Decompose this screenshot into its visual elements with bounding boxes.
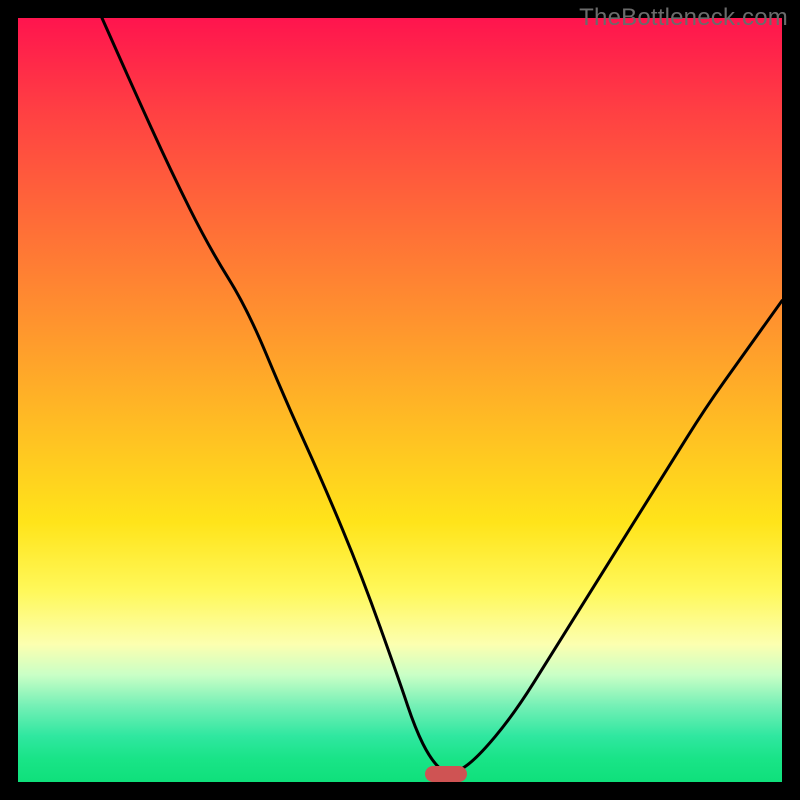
bottleneck-curve-path bbox=[102, 18, 782, 774]
optimal-point-marker bbox=[425, 766, 467, 782]
plot-area bbox=[18, 18, 782, 782]
curve-layer bbox=[18, 18, 782, 782]
chart-frame: TheBottleneck.com bbox=[0, 0, 800, 800]
